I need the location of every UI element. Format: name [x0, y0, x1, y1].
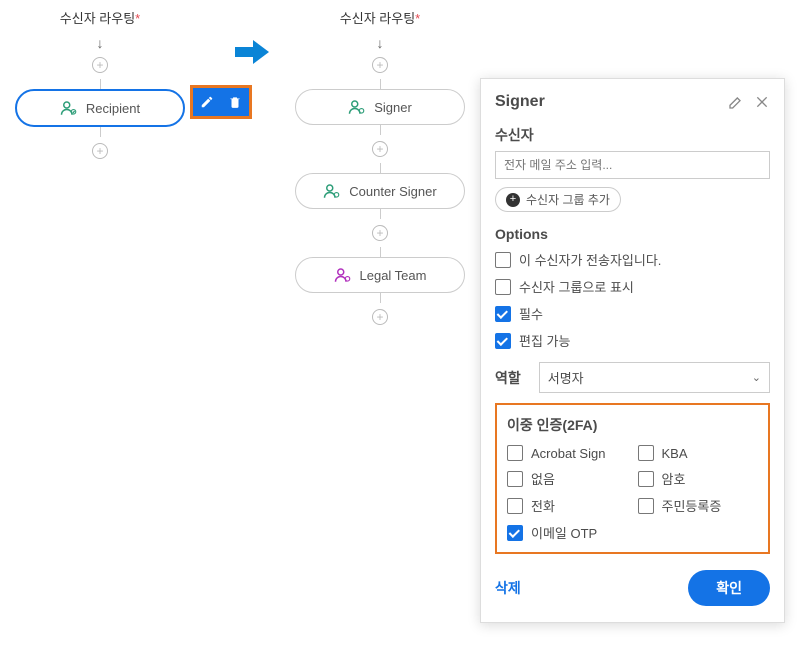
required-asterisk: * [135, 11, 140, 26]
add-node-button[interactable]: + [92, 143, 108, 159]
panel-footer: 삭제 확인 [495, 570, 770, 606]
checkbox[interactable] [507, 525, 523, 541]
required-asterisk: * [415, 11, 420, 26]
chevron-down-icon: ⌄ [752, 371, 761, 384]
plus-icon: + [506, 193, 520, 207]
tfa-kba[interactable]: KBA [638, 445, 759, 461]
tfa-section-label: 이중 인증(2FA) [507, 415, 758, 435]
option-editable[interactable]: 편집 가능 [495, 331, 770, 350]
tfa-phone[interactable]: 전화 [507, 496, 628, 515]
add-node-button[interactable]: + [372, 57, 388, 73]
panel-title: Signer [495, 93, 545, 111]
tfa-national-id[interactable]: 주민등록증 [638, 496, 759, 515]
arrow-down-icon: ↓ [97, 35, 104, 51]
options-section-label: Options [495, 226, 770, 242]
checkbox[interactable] [638, 498, 654, 514]
two-factor-auth-section: 이중 인증(2FA) Acrobat Sign KBA 없음 암호 전화 주민등… [495, 403, 770, 554]
trash-icon [228, 95, 242, 109]
checkbox[interactable] [507, 445, 523, 461]
recipient-label: Recipient [86, 101, 140, 116]
role-value: 서명자 [548, 368, 584, 387]
role-select[interactable]: 서명자 ⌄ [539, 362, 770, 393]
add-node-button[interactable]: + [372, 225, 388, 241]
panel-header: Signer [495, 93, 770, 111]
option-label: 수신자 그룹으로 표시 [519, 277, 634, 296]
recipient-section-label: 수신자 [495, 125, 770, 145]
edit-node-button[interactable] [193, 88, 221, 116]
person-icon [348, 98, 366, 116]
connector-line [100, 127, 101, 137]
recipient-node-counter-signer[interactable]: Counter Signer [295, 173, 465, 209]
connector-line [380, 163, 381, 173]
connector-line [100, 79, 101, 89]
checkbox[interactable] [507, 498, 523, 514]
tfa-password[interactable]: 암호 [638, 469, 759, 488]
delete-node-button[interactable] [221, 88, 249, 116]
checkbox[interactable] [507, 471, 523, 487]
pencil-icon[interactable] [728, 94, 744, 110]
tfa-acrobat-sign[interactable]: Acrobat Sign [507, 445, 628, 461]
connector-line [380, 125, 381, 135]
node-label: Counter Signer [349, 184, 436, 199]
node-action-buttons [190, 85, 252, 119]
ok-button[interactable]: 확인 [688, 570, 770, 606]
routing-header-left: 수신자 라우팅* [60, 8, 140, 27]
email-input[interactable] [495, 151, 770, 179]
add-node-button[interactable]: + [372, 309, 388, 325]
person-icon [60, 99, 78, 117]
tfa-label: 이메일 OTP [531, 523, 597, 542]
add-group-label: 수신자 그룹 추가 [526, 191, 610, 208]
add-node-button[interactable]: + [372, 141, 388, 157]
recipient-node-signer[interactable]: Signer [295, 89, 465, 125]
routing-column-left: 수신자 라우팅* ↓ + Recipient + [0, 8, 200, 165]
pencil-icon [200, 95, 214, 109]
routing-header-text: 수신자 라우팅 [340, 11, 415, 26]
routing-header-text: 수신자 라우팅 [60, 11, 135, 26]
tfa-label: 주민등록증 [662, 496, 722, 515]
option-required[interactable]: 필수 [495, 304, 770, 323]
node-label: Signer [374, 100, 412, 115]
close-icon[interactable] [754, 94, 770, 110]
tfa-label: 전화 [531, 496, 555, 515]
option-is-sender[interactable]: 이 수신자가 전송자입니다. [495, 250, 770, 269]
option-show-as-group[interactable]: 수신자 그룹으로 표시 [495, 277, 770, 296]
person-icon [334, 266, 352, 284]
tfa-label: KBA [662, 446, 688, 461]
option-label: 이 수신자가 전송자입니다. [519, 250, 661, 269]
panel-header-actions [728, 94, 770, 110]
tfa-none[interactable]: 없음 [507, 469, 628, 488]
checkbox[interactable] [495, 252, 511, 268]
checkbox[interactable] [638, 445, 654, 461]
recipient-edit-panel: Signer 수신자 + 수신자 그룹 추가 Options 이 수신자가 전송… [480, 78, 785, 623]
role-label: 역할 [495, 368, 521, 388]
tfa-label: 없음 [531, 469, 555, 488]
delete-button[interactable]: 삭제 [495, 578, 521, 598]
add-node-button[interactable]: + [92, 57, 108, 73]
checkbox[interactable] [638, 471, 654, 487]
connector-line [380, 247, 381, 257]
routing-column-right: 수신자 라우팅* ↓ + Signer + Counter Signer + L… [280, 8, 480, 331]
checkbox[interactable] [495, 279, 511, 295]
checkbox[interactable] [495, 333, 511, 349]
connector-line [380, 293, 381, 303]
connector-line [380, 209, 381, 219]
checkbox[interactable] [495, 306, 511, 322]
tfa-email-otp[interactable]: 이메일 OTP [507, 523, 628, 542]
role-row: 역할 서명자 ⌄ [495, 362, 770, 393]
recipient-node-legal-team[interactable]: Legal Team [295, 257, 465, 293]
person-icon [323, 182, 341, 200]
tfa-grid: Acrobat Sign KBA 없음 암호 전화 주민등록증 이메일 OTP [507, 445, 758, 542]
routing-header-right: 수신자 라우팅* [340, 8, 420, 27]
node-label: Legal Team [360, 268, 427, 283]
tfa-label: Acrobat Sign [531, 446, 605, 461]
add-recipient-group-button[interactable]: + 수신자 그룹 추가 [495, 187, 621, 212]
recipient-node-active[interactable]: Recipient [15, 89, 185, 127]
connector-line [380, 79, 381, 89]
tfa-label: 암호 [662, 469, 686, 488]
arrow-down-icon: ↓ [377, 35, 384, 51]
option-label: 필수 [519, 304, 543, 323]
option-label: 편집 가능 [519, 331, 570, 350]
